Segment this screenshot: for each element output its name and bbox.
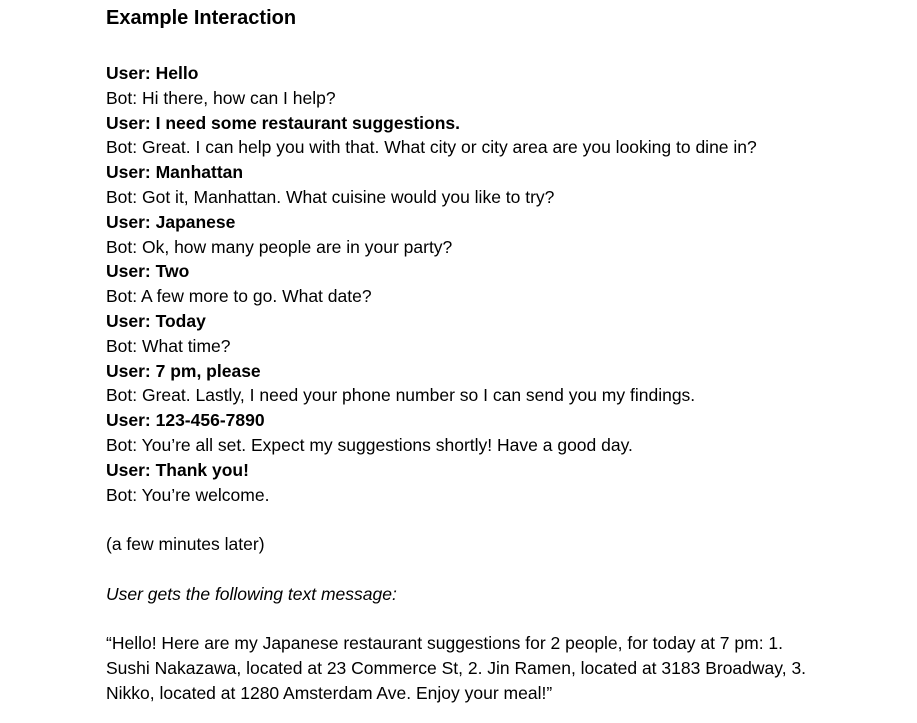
text-message-body: “Hello! Here are my Japanese restaurant … <box>106 633 807 703</box>
dialogue-line-bot: Bot: Ok, how many people are in your par… <box>106 236 453 257</box>
dialogue-line-user: User: Today <box>106 310 206 331</box>
dialogue-line-bot: Bot: Great. Lastly, I need your phone nu… <box>106 385 696 406</box>
dialogue-line-bot: Bot: Hi there, how can I help? <box>106 87 336 108</box>
text-message-intro: User gets the following text message: <box>106 583 397 604</box>
dialogue-line-user: User: Hello <box>106 63 199 83</box>
title-spacer <box>106 32 906 61</box>
dialogue-line-user: User: Two <box>106 261 190 282</box>
dialogue-line-bot: Bot: You’re welcome. <box>106 484 270 505</box>
dialogue-transcript: User: Hello Bot: Hi there, how can I hel… <box>106 61 906 507</box>
dialogue-line-bot: Bot: Great. I can help you with that. Wh… <box>106 137 757 158</box>
dialogue-line-user: User: Thank you! <box>106 459 249 480</box>
later-note: (a few minutes later) <box>106 534 265 555</box>
dialogue-line-user: User: 7 pm, please <box>106 360 261 381</box>
document-body: Example Interaction User: Hello Bot: Hi … <box>106 4 906 706</box>
page-title: Example Interaction <box>106 7 297 29</box>
dialogue-line-user: User: I need some restaurant suggestions… <box>106 112 460 133</box>
dialogue-line-user: User: Japanese <box>106 211 236 232</box>
dialogue-line-bot: Bot: You’re all set. Expect my suggestio… <box>106 434 633 455</box>
dialogue-line-bot: Bot: A few more to go. What date? <box>106 286 372 307</box>
dialogue-line-bot: Bot: What time? <box>106 335 231 356</box>
dialogue-line-user: User: Manhattan <box>106 162 244 183</box>
dialogue-line-user: User: 123-456-7890 <box>106 410 265 431</box>
dialogue-line-bot: Bot: Got it, Manhattan. What cuisine wou… <box>106 186 555 207</box>
